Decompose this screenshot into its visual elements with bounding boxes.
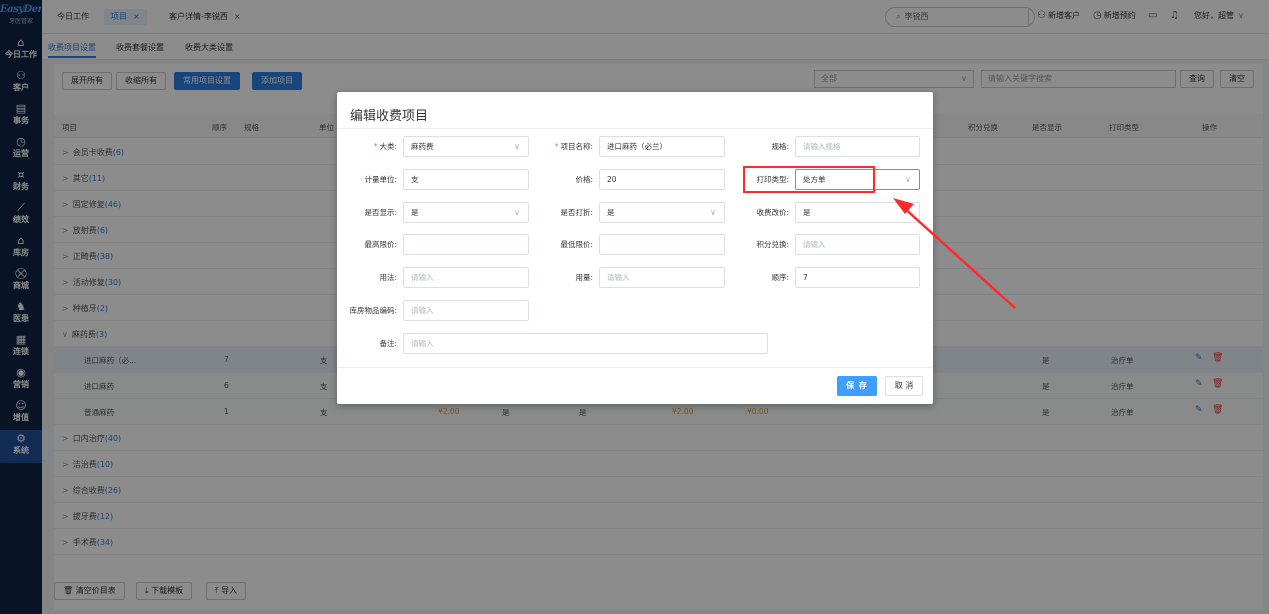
required-mark: * — [554, 142, 559, 151]
chevron-down-icon: ∨ — [514, 208, 520, 217]
category-select[interactable]: 麻药费 ∨ — [403, 136, 529, 157]
dosage-label: 用量: — [575, 273, 593, 282]
item-name-label: * 项目名称: — [533, 137, 593, 157]
category-label-text: 大类: — [379, 142, 397, 151]
category-value: 麻药费 — [411, 142, 434, 151]
dialog-title: 编辑收费项目 — [350, 109, 429, 124]
min-price-label: 最低限价: — [560, 240, 593, 249]
show-label: 是否显示: — [364, 208, 397, 217]
required-mark: * — [373, 142, 378, 151]
remark-input[interactable]: 请输入 — [403, 333, 768, 354]
points-label: 积分兑换: — [756, 240, 789, 249]
chevron-down-icon: ∨ — [514, 142, 520, 151]
stock-code-input[interactable]: 请输入 — [403, 300, 529, 321]
spec-label: 规格: — [771, 142, 789, 151]
item-name-input[interactable]: 进口麻药（必兰） — [599, 136, 725, 157]
max-price-label: 最高限价: — [364, 240, 397, 249]
change-price-label: 收费改价: — [756, 208, 789, 217]
item-name-label-text: 项目名称: — [560, 142, 593, 151]
price-input[interactable]: 20 — [599, 169, 725, 190]
cancel-button[interactable]: 取 消 — [885, 376, 923, 396]
app-root: EasyDent 牙医管家 ⌂ 今日工作 ⚇ 客户 ▤ 事务 ◷ 运营 ¤ 财务 ⟋ 绩效 ⌂ 库房 ⛒ 商城… — [0, 0, 1269, 614]
highlight-box — [743, 166, 875, 193]
unit-label: 计量单位: — [364, 175, 397, 184]
price-label: 价格: — [575, 175, 593, 184]
spec-input[interactable]: 请输入规格 — [795, 136, 920, 157]
category-label: * 大类: — [337, 137, 397, 157]
chevron-down-icon: ∨ — [905, 175, 911, 184]
discount-value: 是 — [607, 208, 615, 217]
stock-code-label: 库房物品编码: — [349, 306, 397, 315]
show-value: 是 — [411, 208, 419, 217]
min-price-input[interactable] — [599, 234, 725, 255]
divider — [337, 128, 933, 129]
remark-label: 备注: — [379, 339, 397, 348]
divider — [337, 367, 933, 368]
max-price-input[interactable] — [403, 234, 529, 255]
usage-input[interactable]: 请输入 — [403, 267, 529, 288]
discount-label: 是否打折: — [560, 208, 593, 217]
dosage-input[interactable]: 请输入 — [599, 267, 725, 288]
points-input[interactable]: 请输入 — [795, 234, 920, 255]
order-label: 顺序: — [771, 273, 789, 282]
unit-input[interactable]: 支 — [403, 169, 529, 190]
chevron-down-icon: ∨ — [710, 208, 716, 217]
edit-item-dialog: 编辑收费项目 * 大类: 麻药费 ∨ * 项目名称: 进口麻药（必兰） 规格: 请输入… — [337, 92, 933, 404]
show-select[interactable]: 是 ∨ — [403, 202, 529, 223]
change-price-select[interactable]: 是 — [795, 202, 920, 223]
order-input[interactable]: 7 — [795, 267, 920, 288]
save-button[interactable]: 保 存 — [837, 376, 877, 396]
discount-select[interactable]: 是 ∨ — [599, 202, 725, 223]
usage-label: 用法: — [379, 273, 397, 282]
